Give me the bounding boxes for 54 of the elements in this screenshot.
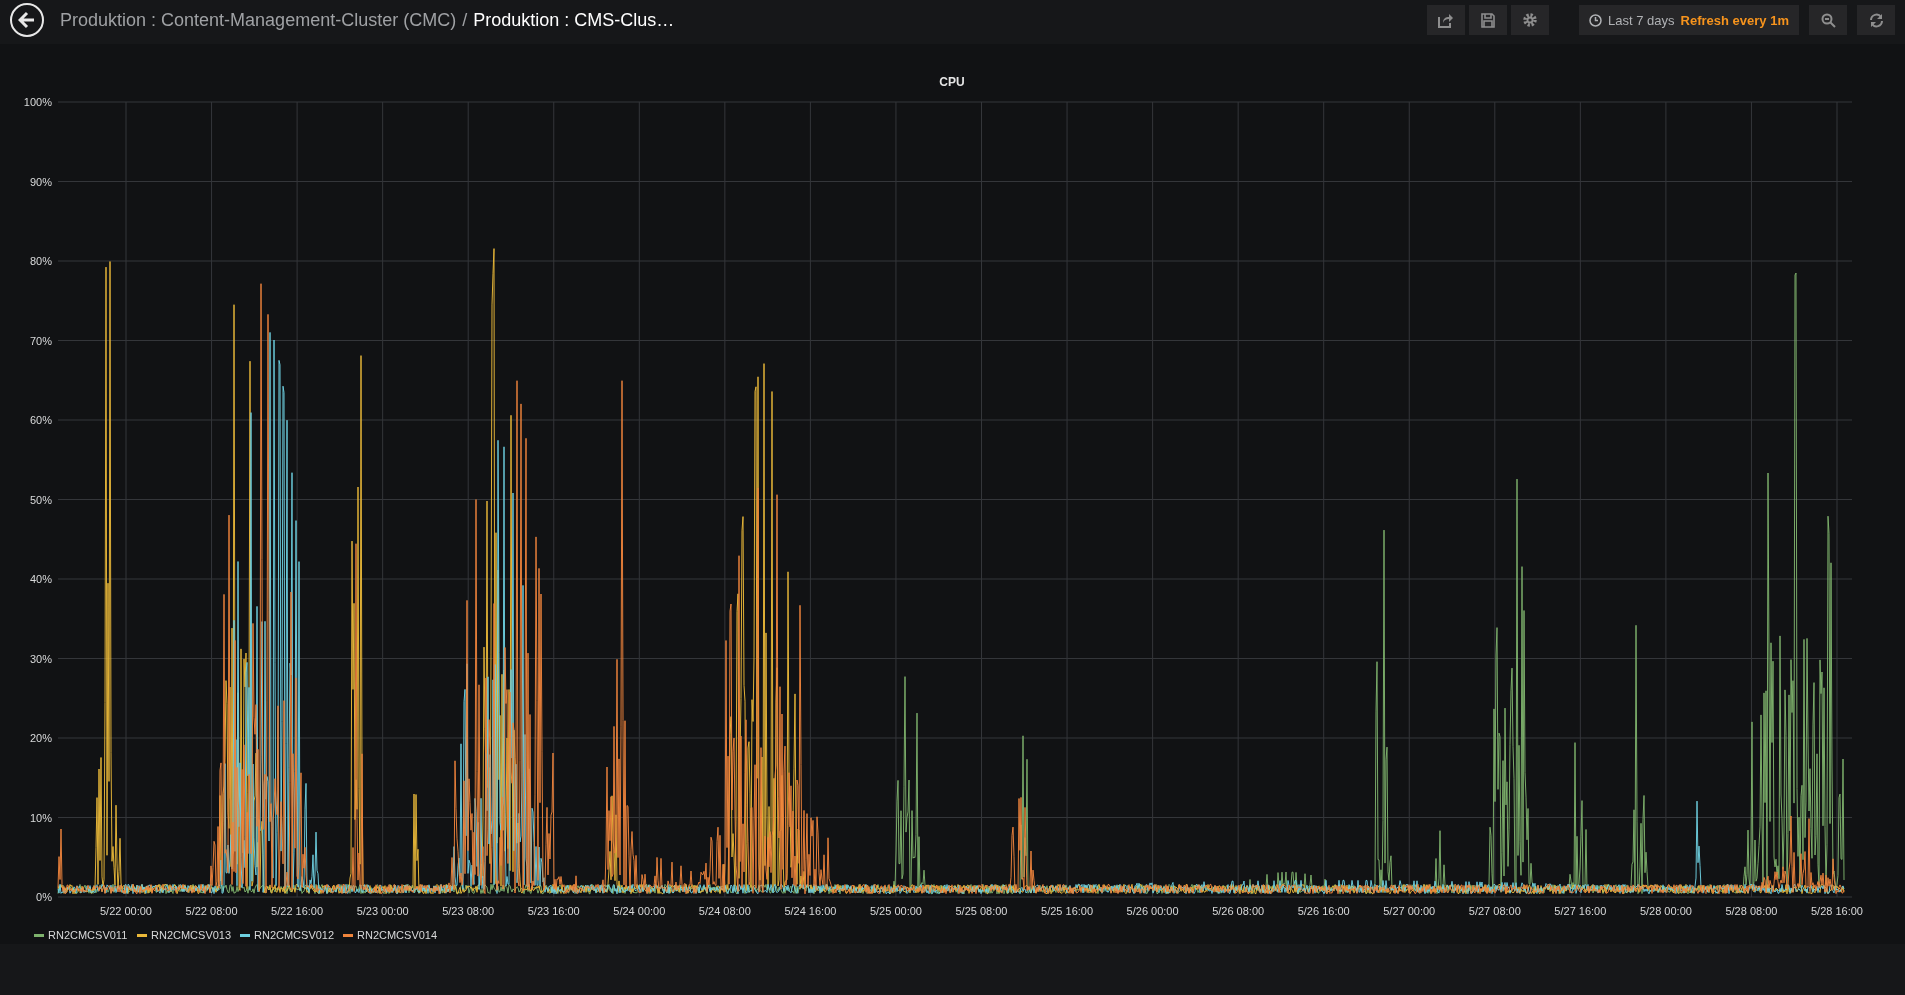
x-axis-label: 5/28 16:00 (1811, 905, 1863, 917)
x-axis-label: 5/27 08:00 (1468, 905, 1521, 917)
legend-item[interactable]: RN2CMCSV014 (357, 929, 438, 941)
y-axis-label: 40% (29, 573, 52, 585)
y-axis-label: 60% (29, 414, 52, 426)
y-axis-label: 0% (36, 891, 52, 903)
breadcrumb-separator: / (462, 9, 468, 31)
arrow-left-icon (18, 11, 36, 29)
zoom-out-button[interactable] (1809, 5, 1847, 35)
x-axis-label: 5/22 16:00 (271, 905, 324, 917)
y-axis-label: 80% (29, 255, 52, 267)
share-icon (1438, 12, 1455, 28)
x-axis-label: 5/27 00:00 (1383, 905, 1436, 917)
back-button[interactable] (10, 3, 44, 37)
y-axis-label: 30% (29, 652, 52, 665)
refresh-button[interactable] (1857, 5, 1895, 35)
save-button[interactable] (1469, 5, 1508, 35)
x-axis-label: 5/22 00:00 (100, 905, 152, 917)
panel-title: CPU (939, 75, 965, 89)
y-axis-label: 50% (29, 493, 52, 506)
x-axis-label: 5/27 16:00 (1554, 905, 1607, 917)
x-axis-label: 5/24 16:00 (784, 905, 837, 917)
x-axis-label: 5/22 08:00 (185, 905, 238, 917)
settings-button[interactable] (1511, 5, 1550, 35)
x-axis-label: 5/28 08:00 (1725, 905, 1778, 917)
zoom-out-icon (1820, 12, 1836, 28)
x-axis-label: 5/26 00:00 (1126, 905, 1179, 917)
x-axis-label: 5/23 08:00 (442, 905, 495, 917)
y-axis-label: 70% (29, 334, 52, 347)
refresh-icon (1868, 12, 1884, 28)
x-axis-label: 5/25 16:00 (1041, 905, 1094, 917)
legend-item[interactable]: RN2CMCSV012 (254, 929, 335, 941)
x-axis-label: 5/24 08:00 (698, 905, 751, 917)
x-axis-label: 5/24 00:00 (613, 905, 666, 917)
clock-icon (1589, 13, 1603, 27)
x-axis-label: 5/23 16:00 (527, 905, 580, 917)
y-axis-label: 100% (23, 96, 52, 108)
dashboard-title: Produktion : CMS-Clus… (473, 9, 675, 31)
x-axis-label: 5/26 08:00 (1212, 905, 1265, 917)
y-axis-label: 10% (29, 811, 52, 824)
legend-item[interactable]: RN2CMCSV013 (151, 929, 232, 941)
y-axis-label: 90% (29, 175, 52, 188)
x-axis-label: 5/25 00:00 (869, 905, 922, 917)
breadcrumb-link[interactable]: Produktion : Content-Management-Cluster (CMC) (60, 9, 457, 31)
share-button[interactable] (1427, 5, 1466, 35)
y-axis-label: 20% (29, 732, 52, 744)
time-range-picker[interactable]: Last 7 days Refresh every 1m (1579, 5, 1799, 35)
legend-item[interactable]: RN2CMCSV011 (48, 929, 128, 941)
x-axis-label: 5/28 00:00 (1639, 905, 1692, 917)
x-axis-label: 5/26 16:00 (1297, 905, 1350, 917)
save-icon (1481, 12, 1496, 28)
settings-icon (1522, 12, 1539, 28)
x-axis-label: 5/23 00:00 (356, 905, 409, 917)
x-axis-label: 5/25 08:00 (955, 905, 1008, 917)
